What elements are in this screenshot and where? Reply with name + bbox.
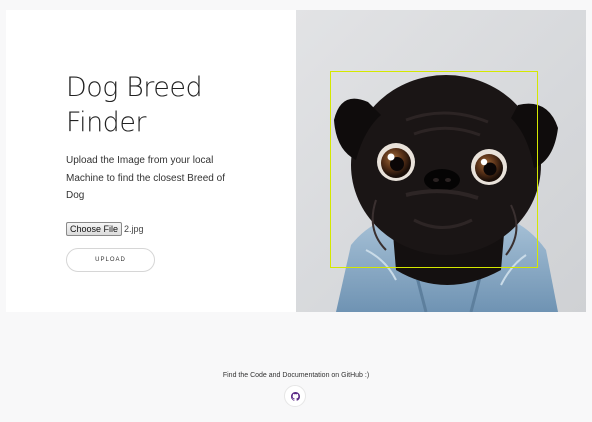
choose-file-button[interactable]: Choose File [66, 221, 123, 236]
page-description: Upload the Image from your local Machine… [66, 155, 225, 201]
hero-text-column: Dog Breed Finder Upload the Image from y… [66, 70, 246, 272]
detection-bounding-box [330, 71, 538, 268]
file-input[interactable]: Choose File 2.jpg [66, 221, 246, 236]
upload-button[interactable]: UPLOAD [66, 247, 155, 272]
hero-section: Dog Breed Finder Upload the Image from y… [6, 10, 586, 312]
footer-text: Find the Code and Documentation on GitHu… [222, 372, 370, 379]
github-icon [290, 391, 300, 401]
page-title: Dog Breed Finder [66, 72, 203, 138]
selected-file-name: 2.jpg [124, 223, 144, 234]
pug-photo [296, 10, 586, 312]
github-link-button[interactable] [284, 385, 306, 407]
